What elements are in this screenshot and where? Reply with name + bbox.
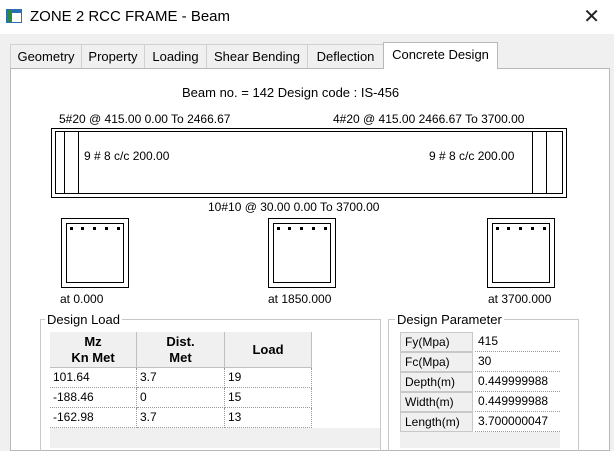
cross-section [61, 218, 129, 288]
rebar-dot [117, 227, 120, 230]
tab-geometry[interactable]: Geometry [10, 44, 82, 68]
close-icon[interactable]: ✕ [583, 4, 600, 29]
param-value-fy[interactable]: 415 [475, 332, 560, 352]
param-label-fc: Fc(Mpa) [400, 352, 473, 372]
app-icon [6, 9, 22, 23]
tab-loading[interactable]: Loading [144, 44, 207, 68]
tab-strip: Geometry Property Loading Shear Bending … [10, 42, 610, 69]
col-header-dist: Dist. Met [137, 332, 225, 368]
rebar-dot [93, 227, 96, 230]
section-label: at 0.000 [60, 292, 104, 306]
table-cell[interactable]: -162.98 [50, 408, 137, 428]
beam-end-line [64, 131, 65, 194]
param-label-width: Width(m) [400, 392, 473, 412]
beam-end-line [78, 131, 79, 194]
rebar-dot [288, 227, 291, 230]
table-cell[interactable]: 3.7 [137, 368, 225, 388]
table-cell[interactable]: 13 [225, 408, 312, 428]
param-label-length: Length(m) [400, 412, 473, 432]
cross-section-stirrup [66, 223, 124, 283]
beam-end-line [532, 131, 533, 194]
rebar-dot [300, 227, 303, 230]
rebar-dot [531, 227, 534, 230]
table-cell[interactable]: 0 [137, 388, 225, 408]
design-header: Beam no. = 142 Design code : IS-456 [182, 85, 400, 100]
table-empty-area [50, 428, 380, 448]
rebar-dot [312, 227, 315, 230]
bottom-bars-label: 10#10 @ 30.00 0.00 To 3700.00 [208, 200, 380, 214]
section-label: at 1850.000 [268, 292, 332, 306]
param-empty-area [400, 432, 560, 448]
beam-end-line [546, 131, 547, 194]
tab-deflection[interactable]: Deflection [307, 44, 384, 68]
top-right-bars-label: 4#20 @ 415.00 2466.67 To 3700.00 [333, 112, 525, 126]
cross-section [268, 218, 336, 288]
rebar-dot [507, 227, 510, 230]
rebar-dot [519, 227, 522, 230]
param-value-length[interactable]: 3.700000047 [475, 412, 560, 432]
tab-property[interactable]: Property [81, 44, 145, 68]
table-cell[interactable]: 101.64 [50, 368, 137, 388]
rebar-dot [81, 227, 84, 230]
section-label: at 3700.000 [488, 292, 552, 306]
rebar-dot [543, 227, 546, 230]
cross-section-stirrup [492, 223, 550, 283]
rebar-dot [496, 227, 499, 230]
table-cell[interactable]: 15 [225, 388, 312, 408]
window-title: ZONE 2 RCC FRAME - Beam [30, 8, 231, 25]
stirrup-right-label: 9 # 8 c/c 200.00 [429, 149, 515, 163]
param-label-depth: Depth(m) [400, 372, 473, 392]
table-cell[interactable]: 19 [225, 368, 312, 388]
param-value-width[interactable]: 0.449999988 [475, 392, 560, 412]
tab-shear-bending[interactable]: Shear Bending [206, 44, 308, 68]
rebar-dot [324, 227, 327, 230]
design-parameter-title: Design Parameter [395, 312, 504, 327]
title-bar: ZONE 2 RCC FRAME - Beam ✕ [0, 0, 614, 34]
design-load-title: Design Load [45, 312, 122, 327]
cross-section [487, 218, 555, 288]
table-cell[interactable]: -188.46 [50, 388, 137, 408]
table-cell[interactable]: 3.7 [137, 408, 225, 428]
rebar-dot [105, 227, 108, 230]
param-label-fy: Fy(Mpa) [400, 332, 473, 352]
tab-concrete-design[interactable]: Concrete Design [383, 42, 498, 69]
cross-section-stirrup [273, 223, 331, 283]
stirrup-left-label: 9 # 8 c/c 200.00 [84, 149, 170, 163]
col-header-mz: Mz Kn Met [50, 332, 137, 368]
param-value-depth[interactable]: 0.449999988 [475, 372, 560, 392]
rebar-dot [277, 227, 280, 230]
col-header-load: Load [225, 332, 312, 368]
top-left-bars-label: 5#20 @ 415.00 0.00 To 2466.67 [59, 112, 231, 126]
rebar-dot [70, 227, 73, 230]
param-value-fc[interactable]: 30 [475, 352, 560, 372]
